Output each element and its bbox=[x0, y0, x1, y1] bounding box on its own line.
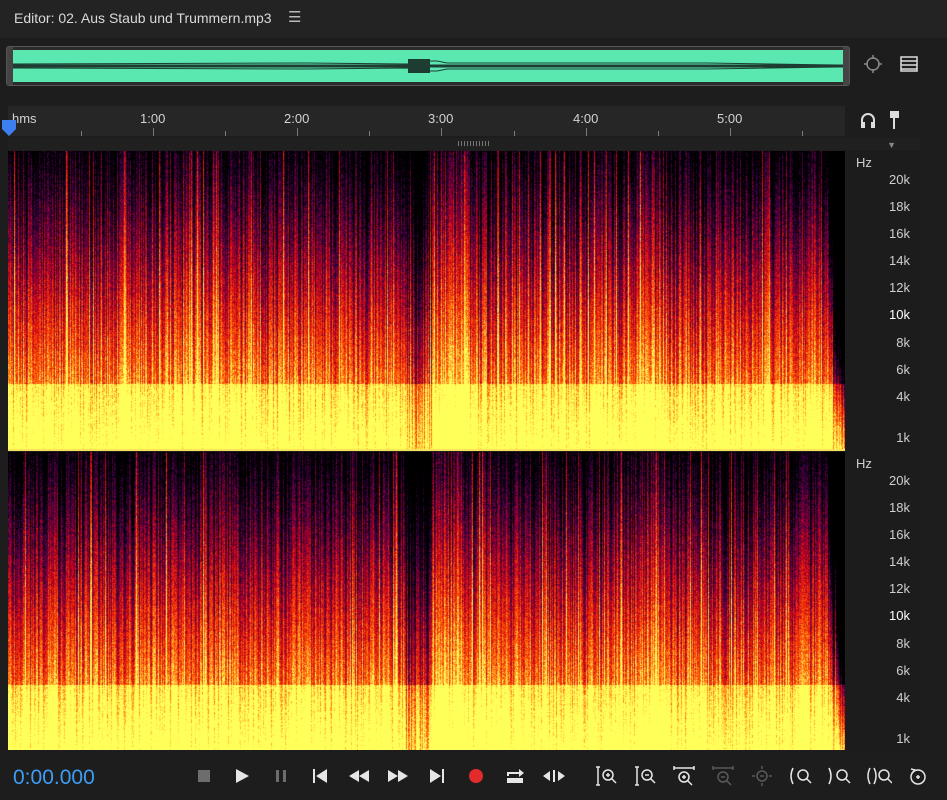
zoom-to-in-point-icon[interactable] bbox=[788, 764, 814, 788]
waveform-overview-graphic bbox=[7, 47, 849, 85]
chevron-down-icon[interactable]: ▼ bbox=[887, 140, 896, 150]
freq-label-12k: 12k bbox=[889, 581, 910, 596]
scroll-grip[interactable] bbox=[458, 141, 490, 146]
freq-label-16k: 16k bbox=[889, 226, 910, 241]
freq-label-6k: 6k bbox=[896, 663, 910, 678]
ruler-label-5-00: 5:00 bbox=[717, 111, 743, 126]
ruler-tick bbox=[225, 131, 226, 136]
spectrogram-canvas-left bbox=[8, 151, 845, 449]
pause-icon[interactable] bbox=[268, 764, 294, 788]
ruler-label-2-00: 2:00 bbox=[284, 111, 310, 126]
headphones-icon[interactable] bbox=[858, 110, 878, 130]
freq-label-4k: 4k bbox=[896, 389, 910, 404]
play-icon[interactable] bbox=[229, 764, 255, 788]
spectrogram-right-channel[interactable] bbox=[8, 452, 845, 750]
overview-left-handle[interactable] bbox=[7, 47, 13, 85]
ruler-tick bbox=[81, 131, 82, 136]
ruler-tick bbox=[441, 128, 442, 136]
freq-label-16k: 16k bbox=[889, 527, 910, 542]
zoom-reset-icon[interactable] bbox=[905, 764, 931, 788]
go-to-end-icon[interactable] bbox=[424, 764, 450, 788]
freq-label-8k: 8k bbox=[896, 636, 910, 651]
freq-label-1k: 1k bbox=[896, 430, 910, 445]
freq-label-14k: 14k bbox=[889, 253, 910, 268]
fast-forward-icon[interactable] bbox=[385, 764, 411, 788]
skip-selection-icon[interactable] bbox=[541, 764, 567, 788]
editor-title: Editor: 02. Aus Staub und Trummern.mp3 bbox=[14, 10, 272, 26]
waveform-overview[interactable] bbox=[6, 46, 850, 86]
list-icon[interactable] bbox=[898, 53, 920, 75]
hz-unit-label: Hz bbox=[856, 456, 872, 471]
ruler-label-3-00: 3:00 bbox=[428, 111, 454, 126]
frequency-axis-left[interactable]: Hz 20k 18k 16k 14k 12k 10k 8k 6k 4k 1k bbox=[846, 151, 920, 449]
marker-pin-icon[interactable] bbox=[885, 110, 905, 130]
zoom-target-icon[interactable] bbox=[862, 53, 884, 75]
zoom-out-time-icon[interactable] bbox=[749, 764, 775, 788]
zoom-out-amplitude-icon[interactable] bbox=[632, 764, 658, 788]
stop-icon[interactable] bbox=[191, 764, 217, 788]
freq-label-4k: 4k bbox=[896, 690, 910, 705]
freq-label-18k: 18k bbox=[889, 500, 910, 515]
ruler-tick bbox=[586, 128, 587, 136]
loop-icon[interactable] bbox=[502, 764, 528, 788]
freq-label-10k: 10k bbox=[889, 608, 910, 623]
ruler-label-4-00: 4:00 bbox=[573, 111, 599, 126]
zoom-to-selection-icon[interactable] bbox=[866, 764, 892, 788]
ruler-tick bbox=[369, 131, 370, 136]
zoom-out-full-icon[interactable] bbox=[710, 764, 736, 788]
ruler-tick bbox=[730, 128, 731, 136]
freq-label-18k: 18k bbox=[889, 199, 910, 214]
vertical-zoom-scrollbar[interactable]: ▼ bbox=[8, 138, 920, 150]
current-time-display[interactable]: 0:00.000 bbox=[13, 766, 95, 790]
freq-label-20k: 20k bbox=[889, 473, 910, 488]
freq-label-8k: 8k bbox=[896, 335, 910, 350]
ruler-tick bbox=[802, 131, 803, 136]
hamburger-icon[interactable]: ☰ bbox=[288, 8, 301, 26]
playhead-icon[interactable] bbox=[2, 120, 16, 136]
overview-right-handle[interactable] bbox=[843, 47, 849, 85]
ruler-tick bbox=[658, 131, 659, 136]
zoom-to-out-point-icon[interactable] bbox=[827, 764, 853, 788]
freq-label-12k: 12k bbox=[889, 280, 910, 295]
rewind-icon[interactable] bbox=[346, 764, 372, 788]
freq-label-20k: 20k bbox=[889, 172, 910, 187]
channel-divider[interactable] bbox=[8, 449, 845, 451]
freq-label-14k: 14k bbox=[889, 554, 910, 569]
spectrogram-canvas-right bbox=[8, 452, 845, 750]
go-to-start-icon[interactable] bbox=[307, 764, 333, 788]
transport-bar: 0:00.000 bbox=[0, 756, 947, 800]
ruler-tick bbox=[514, 131, 515, 136]
freq-label-10k: 10k bbox=[889, 307, 910, 322]
hz-unit-label: Hz bbox=[856, 155, 872, 170]
freq-label-1k: 1k bbox=[896, 731, 910, 746]
ruler-label-1-00: 1:00 bbox=[140, 111, 166, 126]
spectrogram-left-channel[interactable] bbox=[8, 151, 845, 449]
record-icon[interactable] bbox=[463, 764, 489, 788]
editor-panel-header: Editor: 02. Aus Staub und Trummern.mp3 ☰ bbox=[0, 0, 947, 38]
zoom-in-amplitude-icon[interactable] bbox=[593, 764, 619, 788]
frequency-axis-right[interactable]: Hz 20k 18k 16k 14k 12k 10k 8k 6k 4k 1k bbox=[846, 452, 920, 750]
ruler-tick bbox=[297, 128, 298, 136]
freq-label-6k: 6k bbox=[896, 362, 910, 377]
zoom-in-time-icon[interactable] bbox=[671, 764, 697, 788]
ruler-tick bbox=[153, 128, 154, 136]
timeline-ruler[interactable]: hms 1:00 2:00 3:00 4:00 5:00 bbox=[2, 106, 845, 136]
